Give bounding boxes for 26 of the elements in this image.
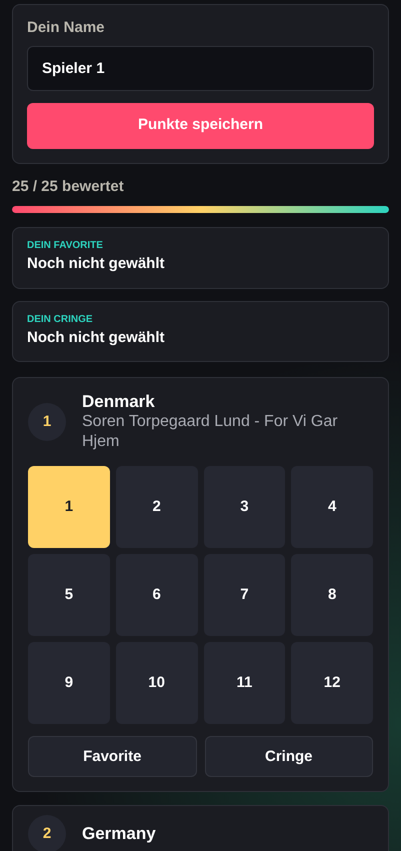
rank-badge: 2 (28, 815, 66, 851)
vote-button[interactable]: Cringe (204, 736, 373, 778)
score-button[interactable]: 6 (116, 554, 198, 636)
score-button[interactable]: 10 (116, 642, 198, 724)
progress-text: 25 / 25 bewertet (12, 176, 125, 196)
score-button[interactable]: 5 (28, 554, 110, 636)
name-input[interactable]: Spieler 1 (27, 46, 374, 90)
score-button[interactable]: 9 (28, 642, 110, 724)
vote-button[interactable]: Favorite (28, 736, 196, 778)
score-button[interactable]: 7 (204, 554, 286, 636)
cringe-value: Noch nicht gewählt (27, 328, 166, 348)
score-button[interactable]: 2 (116, 466, 198, 548)
score-button[interactable]: 8 (291, 554, 373, 636)
favorite-label: DEIN FAVORITE (27, 239, 104, 253)
score-button[interactable]: 12 (291, 642, 373, 724)
favorite-value: Noch nicht gewählt (27, 254, 166, 274)
cringe-label: DEIN CRINGE (27, 312, 94, 326)
score-button[interactable]: 3 (204, 466, 286, 548)
country-name: Denmark (82, 392, 156, 412)
song-title: Soren Torpegaard Lund - For Vi Gar Hjem (82, 412, 339, 452)
country-name: Germany (82, 824, 156, 845)
score-button[interactable]: 11 (204, 642, 286, 724)
score-button[interactable]: 4 (291, 466, 373, 548)
name-label: Dein Name (27, 18, 106, 38)
score-button[interactable]: 1 (28, 466, 110, 548)
rank-badge: 1 (28, 403, 66, 442)
